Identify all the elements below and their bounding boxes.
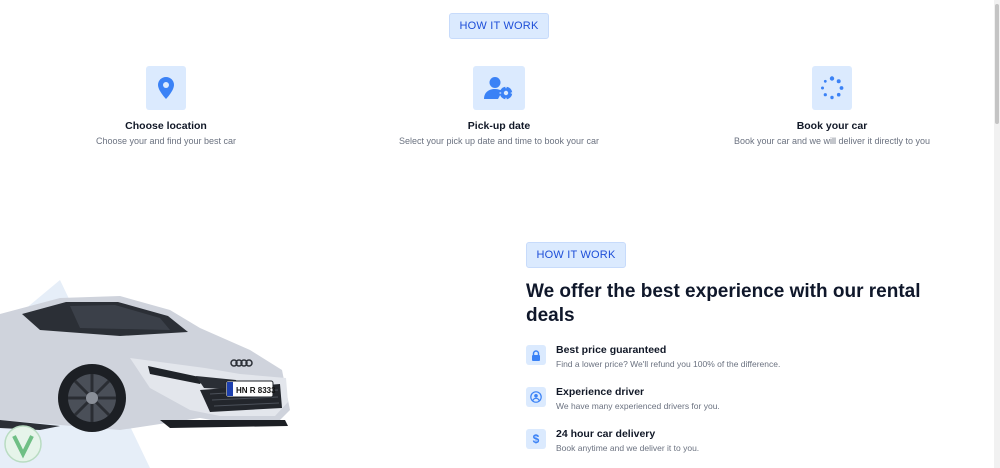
step-choose-location: Choose location Choose your and find you… (36, 66, 296, 146)
vertical-scrollbar[interactable] (994, 0, 1000, 468)
feature-title: Experience driver (556, 386, 645, 398)
location-pin-icon (158, 77, 174, 99)
feature-car-delivery: $ 24 hour car delivery Book anytime and … (526, 428, 699, 453)
feature-description: Find a lower price? We'll refund you 100… (556, 359, 781, 369)
step-description: Choose your and find your best car (95, 136, 237, 146)
step-icon-box (473, 66, 525, 110)
feature-icon-box (526, 387, 546, 407)
step-title: Book your car (796, 120, 868, 132)
feature-description: We have many experienced drivers for you… (556, 401, 720, 411)
step-pick-up-date: Pick-up date Select your pick up date an… (369, 66, 629, 146)
how-it-work-badge-top[interactable]: HOW IT WORK (449, 13, 549, 39)
user-circle-icon (530, 391, 542, 403)
how-it-work-badge-offer[interactable]: HOW IT WORK (526, 242, 626, 268)
user-settings-icon (484, 77, 513, 100)
lock-icon (532, 349, 540, 361)
loading-dots-icon (821, 76, 844, 100)
feature-title: 24 hour car delivery (556, 428, 656, 440)
step-icon-box (146, 66, 186, 110)
how-it-work-badge-label: HOW IT WORK (459, 20, 539, 32)
feature-experience-driver: Experience driver We have many experienc… (526, 386, 720, 411)
how-it-work-badge-label: HOW IT WORK (536, 249, 616, 261)
feature-title: Best price guaranteed (556, 344, 667, 356)
step-description: Select your pick up date and time to boo… (398, 136, 600, 146)
dollar-icon: $ (532, 432, 540, 446)
logo-badge-icon (4, 425, 42, 463)
step-description: Book your car and we will deliver it dir… (733, 136, 931, 146)
step-title: Choose location (125, 120, 207, 132)
car-image: HN R 8333 (0, 280, 290, 468)
feature-icon-box (526, 345, 546, 365)
feature-description: Book anytime and we deliver it to you. (556, 443, 700, 453)
step-book-your-car: Book your car Book your car and we will … (702, 66, 962, 146)
feature-best-price: Best price guaranteed Find a lower price… (526, 344, 780, 369)
feature-icon-box: $ (526, 429, 546, 449)
step-title: Pick-up date (467, 120, 531, 132)
offer-headline: We offer the best experience with our re… (526, 281, 921, 326)
car-license-plate: HN R 8333 (236, 386, 276, 395)
scrollbar-thumb[interactable] (995, 4, 999, 124)
step-icon-box (812, 66, 852, 110)
